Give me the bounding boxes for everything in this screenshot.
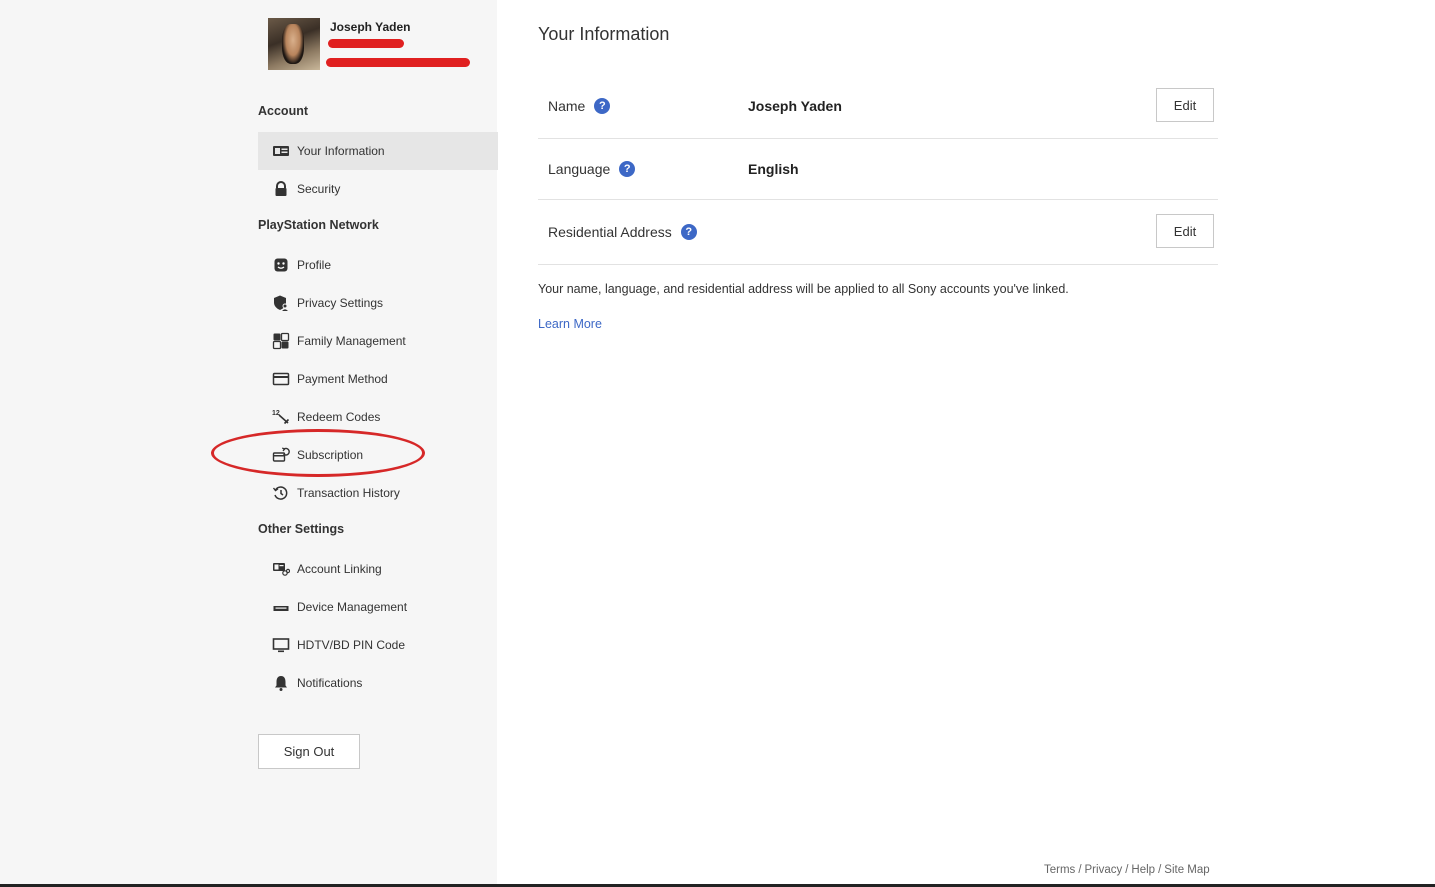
- sidebar-item-security[interactable]: Security: [258, 170, 498, 208]
- footer-link-privacy[interactable]: Privacy: [1085, 864, 1123, 876]
- link-icon: [270, 560, 292, 578]
- sidebar-item-transaction-history[interactable]: Transaction History: [258, 474, 498, 512]
- history-icon: [270, 484, 292, 502]
- learn-more-link[interactable]: Learn More: [538, 317, 602, 331]
- sidebar-item-hdtv-pin[interactable]: HDTV/BD PIN Code: [258, 626, 498, 664]
- sidebar-item-label: Device Management: [297, 600, 408, 614]
- privacy-shield-icon: [270, 294, 292, 312]
- sidebar-item-label: HDTV/BD PIN Code: [297, 638, 406, 652]
- info-row-residential-address: Residential Address ? Edit: [538, 199, 1218, 265]
- footer-link-terms[interactable]: Terms: [1044, 864, 1075, 876]
- sidebar-item-label: Payment Method: [297, 372, 388, 386]
- sidebar-item-device-management[interactable]: Device Management: [258, 588, 498, 626]
- help-icon[interactable]: ?: [680, 224, 697, 240]
- sidebar-item-label: Family Management: [297, 334, 406, 348]
- lock-icon: [270, 180, 292, 198]
- sidebar-item-payment-method[interactable]: Payment Method: [258, 360, 498, 398]
- row-label: Name ?: [548, 98, 611, 114]
- row-value: English: [748, 161, 799, 177]
- device-icon: [270, 598, 292, 616]
- svg-text:12: 12: [272, 410, 280, 417]
- smiley-icon: [270, 256, 292, 274]
- help-icon[interactable]: ?: [594, 98, 611, 114]
- credit-card-icon: [270, 370, 292, 388]
- redeem-icon: 12: [270, 408, 292, 426]
- section-title-account: Account: [258, 104, 308, 118]
- sidebar-item-label: Redeem Codes: [297, 410, 381, 424]
- help-icon[interactable]: ?: [619, 161, 636, 177]
- sidebar-item-label: Security: [297, 182, 341, 196]
- redaction-mark: [328, 39, 404, 48]
- sidebar-item-privacy-settings[interactable]: Privacy Settings: [258, 284, 498, 322]
- sidebar-item-label: Profile: [297, 258, 332, 272]
- row-label: Residential Address ?: [548, 224, 697, 240]
- family-icon: [270, 332, 292, 350]
- sidebar-item-family-management[interactable]: Family Management: [258, 322, 498, 360]
- info-note: Your name, language, and residential add…: [538, 282, 1069, 296]
- sidebar-item-label: Account Linking: [297, 562, 382, 576]
- page-title: Your Information: [538, 24, 670, 44]
- footer-link-site-map[interactable]: Site Map: [1164, 864, 1209, 876]
- edit-name-button[interactable]: Edit: [1156, 88, 1214, 122]
- footer-link-help[interactable]: Help: [1131, 864, 1155, 876]
- info-row-language: Language ? English: [538, 138, 1218, 200]
- monitor-icon: [270, 636, 292, 654]
- sidebar-item-label: Transaction History: [297, 486, 400, 500]
- row-label: Language ?: [548, 161, 636, 177]
- sidebar-item-label: Notifications: [297, 676, 363, 690]
- redaction-mark: [326, 58, 470, 67]
- sidebar-item-your-information[interactable]: Your Information: [258, 132, 498, 170]
- annotation-circle: [211, 429, 425, 477]
- info-row-name: Name ? Joseph Yaden Edit: [538, 74, 1218, 139]
- bell-icon: [270, 674, 292, 692]
- id-card-icon: [270, 142, 292, 160]
- section-title-psn: PlayStation Network: [258, 218, 379, 232]
- avatar: [268, 18, 320, 70]
- user-name: Joseph Yaden: [330, 20, 411, 34]
- footer-links: Terms / Privacy / Help / Site Map: [1044, 864, 1210, 876]
- profile-block: Joseph Yaden: [268, 18, 498, 73]
- sidebar-item-label: Your Information: [297, 144, 385, 158]
- sidebar-item-account-linking[interactable]: Account Linking: [258, 550, 498, 588]
- sign-out-button[interactable]: Sign Out: [258, 734, 360, 769]
- section-title-other-settings: Other Settings: [258, 522, 345, 536]
- sidebar-item-label: Privacy Settings: [297, 296, 384, 310]
- edit-address-button[interactable]: Edit: [1156, 214, 1214, 248]
- row-value: Joseph Yaden: [748, 98, 842, 114]
- sidebar-item-notifications[interactable]: Notifications: [258, 664, 498, 702]
- sidebar-item-profile[interactable]: Profile: [258, 246, 498, 284]
